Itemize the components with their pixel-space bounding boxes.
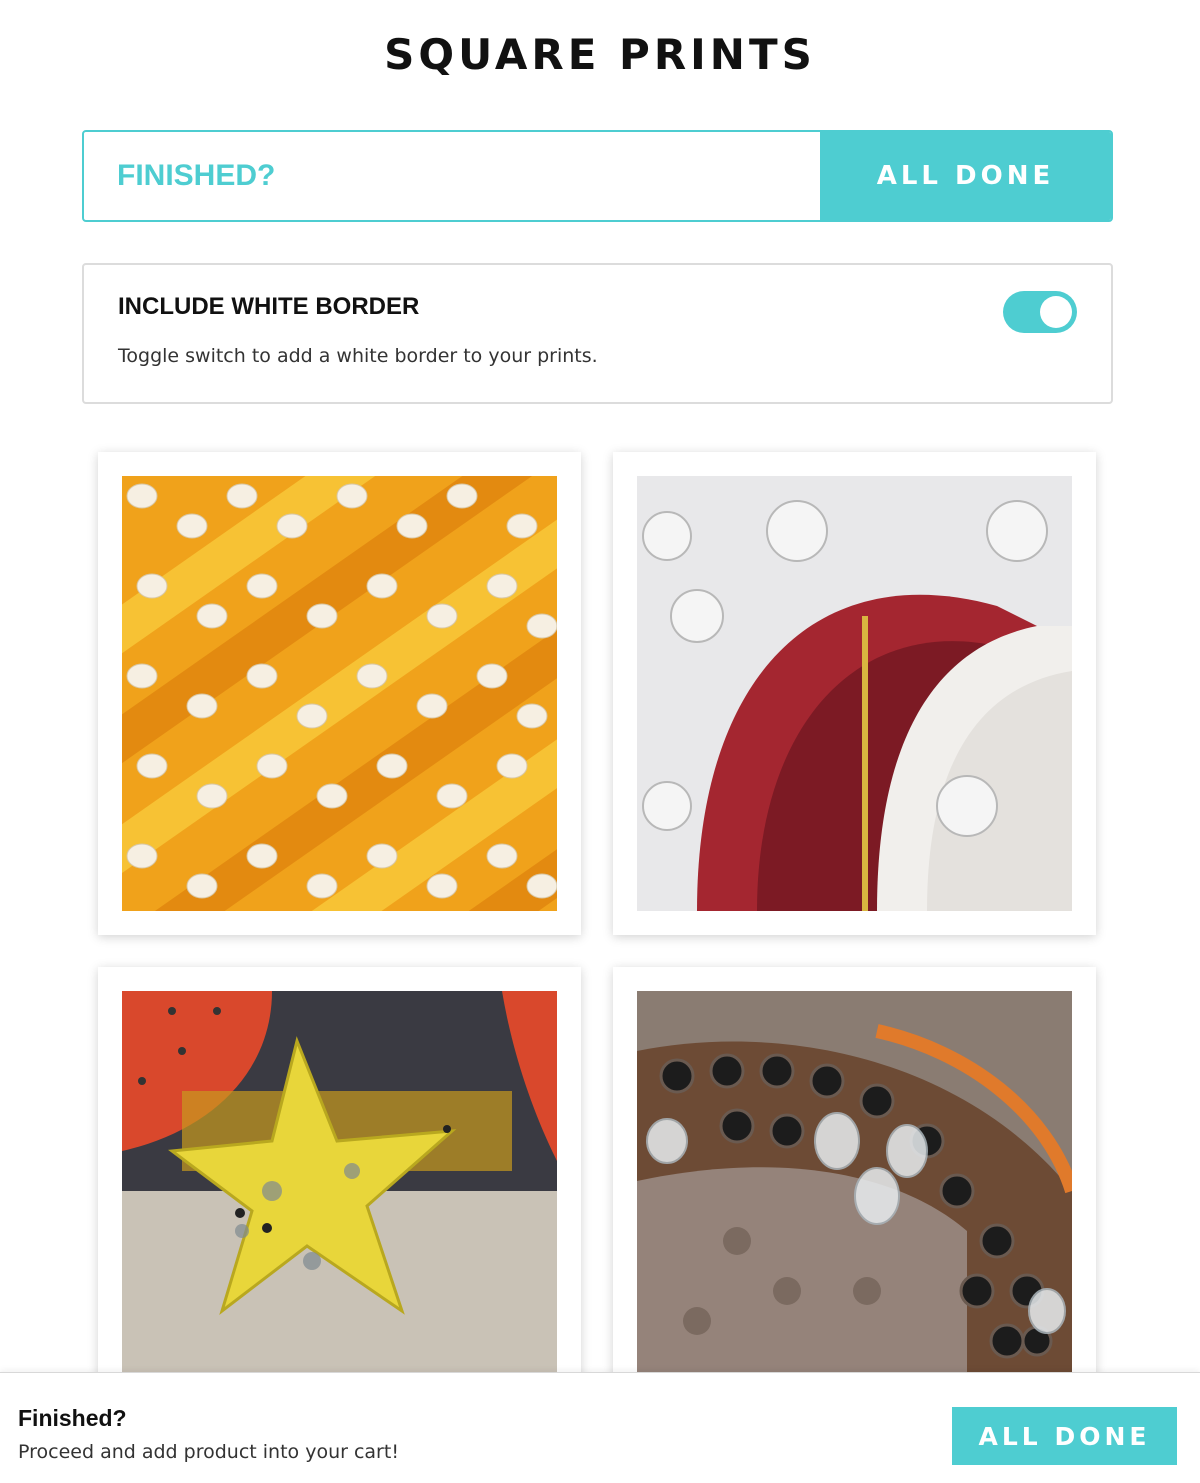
- print-photo-rusty-bulbs: [637, 991, 1072, 1426]
- print-photo-red-arch: [637, 476, 1072, 911]
- print-card[interactable]: [613, 452, 1096, 935]
- toggle-knob: [1040, 296, 1072, 328]
- print-photo-yellow-bulbs: [122, 476, 557, 911]
- footer-description: Proceed and add product into your cart!: [18, 1441, 399, 1463]
- white-border-description: Toggle switch to add a white border to y…: [118, 345, 598, 367]
- page-title: SQUARE PRINTS: [384, 30, 816, 79]
- page: SQUARE PRINTS FINISHED? ALL DONE INCLUDE…: [0, 0, 1200, 1483]
- finish-bar: FINISHED? ALL DONE: [82, 130, 1113, 222]
- print-photo-yellow-star: [122, 991, 557, 1426]
- footer-all-done-button[interactable]: ALL DONE: [952, 1407, 1177, 1465]
- footer-bar: Finished? Proceed and add product into y…: [0, 1372, 1200, 1483]
- white-border-toggle[interactable]: [1003, 291, 1077, 333]
- all-done-button[interactable]: ALL DONE: [820, 132, 1111, 220]
- print-card[interactable]: [98, 452, 581, 935]
- white-border-option: INCLUDE WHITE BORDER Toggle switch to ad…: [82, 263, 1113, 404]
- finish-label: FINISHED?: [117, 159, 276, 192]
- white-border-title: INCLUDE WHITE BORDER: [118, 293, 420, 320]
- footer-title: Finished?: [18, 1405, 127, 1431]
